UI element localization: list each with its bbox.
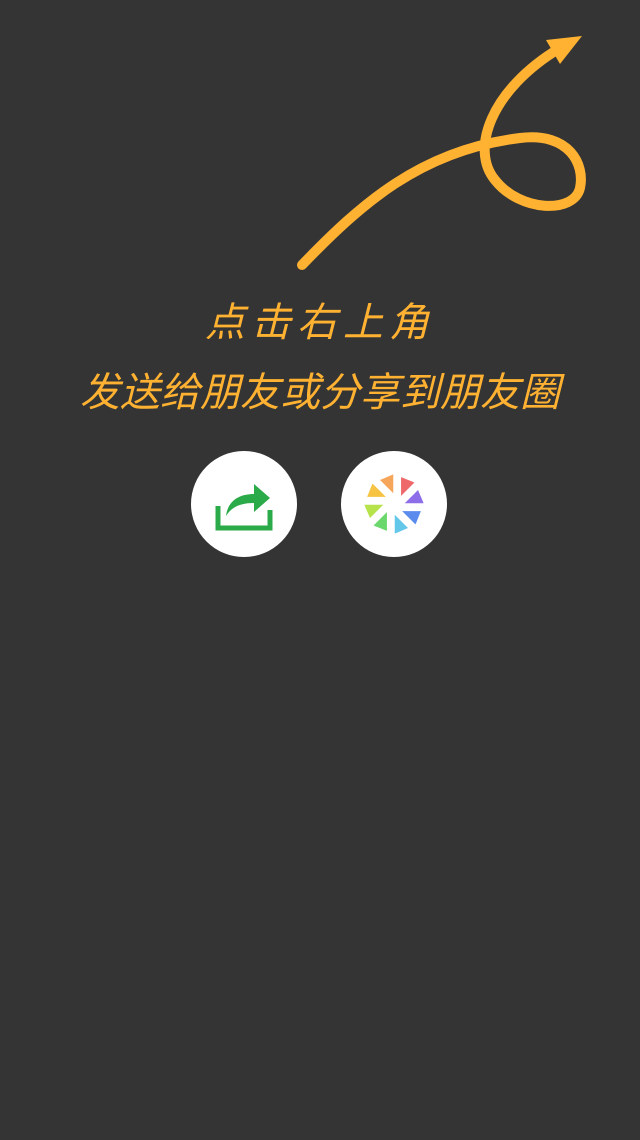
share-button[interactable] xyxy=(191,451,297,557)
moments-aperture-icon xyxy=(363,473,425,535)
share-forward-icon xyxy=(215,484,273,531)
hint-line-1: 点击右上角 xyxy=(205,300,435,346)
share-guide-overlay: 点击右上角 发送给朋友或分享到朋友圈 xyxy=(0,0,640,1140)
moments-button[interactable] xyxy=(341,451,447,557)
hint-line-2: 发送给朋友或分享到朋友圈 xyxy=(80,370,560,416)
curly-arrow-icon xyxy=(297,36,586,270)
